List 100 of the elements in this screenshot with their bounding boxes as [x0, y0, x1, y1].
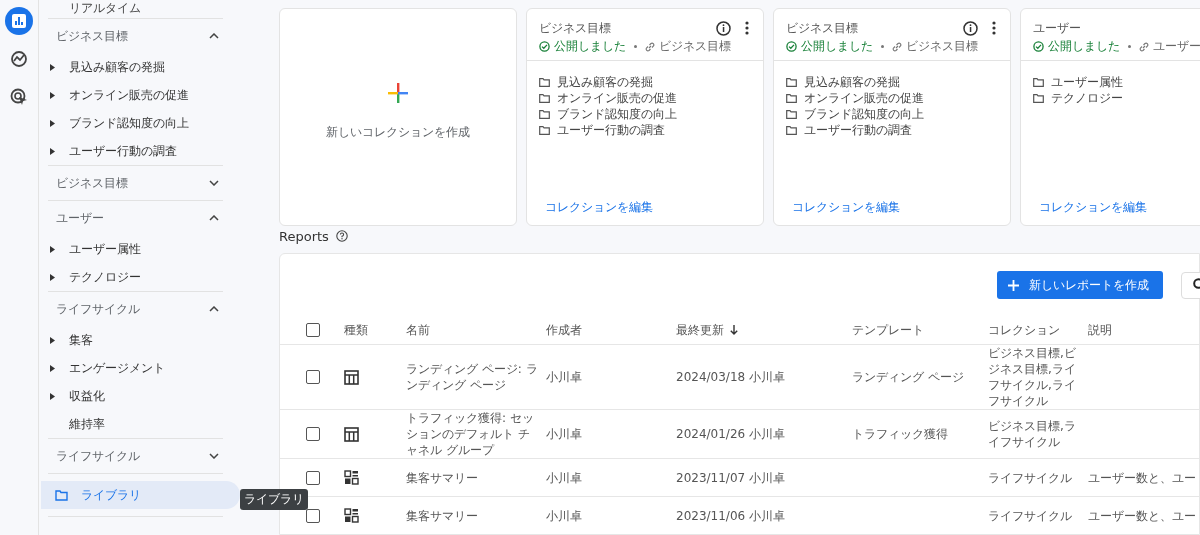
folder-icon: [55, 489, 68, 501]
dashboard-icon: [344, 508, 359, 523]
column-header[interactable]: テンプレート: [852, 322, 924, 338]
sidebar-item[interactable]: 集客: [39, 326, 241, 354]
cursor-target-icon: [10, 88, 28, 106]
select-all-checkbox[interactable]: [306, 323, 320, 337]
link-icon: [1139, 41, 1149, 52]
folder-icon: [1033, 93, 1044, 103]
more-icon[interactable]: [745, 21, 749, 35]
sidebar-item[interactable]: テクノロジー: [39, 263, 241, 291]
sidebar-item[interactable]: 維持率: [39, 410, 241, 438]
help-icon[interactable]: [335, 230, 348, 242]
sidebar-item[interactable]: 収益化: [39, 382, 241, 410]
table-cell: 小川卓: [546, 469, 582, 486]
section-header[interactable]: ユーザー: [39, 201, 241, 235]
published-status: 公開しました: [801, 39, 873, 54]
folder-icon: [539, 77, 550, 87]
expand-arrow-icon[interactable]: [50, 119, 55, 127]
column-header[interactable]: コレクション: [988, 322, 1060, 338]
expand-arrow-icon[interactable]: [50, 147, 55, 155]
collection-item: ユーザー行動の調査: [557, 121, 665, 139]
check-circle-icon: [786, 41, 797, 52]
section-header[interactable]: ライフサイクル: [39, 292, 241, 326]
table-icon: [344, 426, 359, 442]
sidebar-item[interactable]: オンライン販売の促進: [39, 81, 241, 109]
expand-arrow-icon[interactable]: [50, 273, 55, 281]
report-name[interactable]: ランディング ページ: ランディング ページ: [406, 361, 538, 393]
table-cell: 2024/03/18 小川卓: [676, 369, 785, 385]
expand-arrow-icon[interactable]: [50, 364, 55, 372]
table-icon: [344, 369, 359, 385]
plus-icon: [388, 82, 408, 103]
collection-item: オンライン販売の促進: [804, 89, 924, 107]
collection-item: ユーザー属性: [1051, 73, 1123, 91]
info-icon[interactable]: [963, 20, 978, 36]
reports-heading: Reports: [279, 228, 329, 244]
bar-chart-icon: [11, 13, 27, 29]
collection-title: ユーザー: [1033, 19, 1082, 37]
table-cell: ユーザー数と、ユー: [1088, 507, 1196, 524]
table-cell: ランディング ページ: [852, 369, 964, 385]
new-collection-card[interactable]: 新しいコレクションを作成: [279, 8, 517, 226]
reports-nav-button[interactable]: [5, 7, 33, 35]
column-header[interactable]: 最終更新: [676, 322, 724, 338]
report-name[interactable]: 集客サマリー: [406, 469, 478, 486]
section-header[interactable]: ビジネス目標: [39, 19, 241, 53]
collection-item: ブランド認知度の向上: [557, 105, 677, 123]
row-checkbox[interactable]: [306, 508, 320, 523]
chevron-up-icon[interactable]: [209, 306, 219, 312]
collection-item: ブランド認知度の向上: [804, 105, 924, 123]
column-header[interactable]: 説明: [1088, 322, 1112, 338]
template-name: ユーザー: [1153, 39, 1200, 54]
chevron-up-icon[interactable]: [209, 215, 219, 221]
edit-collection-link[interactable]: コレクションを編集: [1033, 200, 1147, 215]
table-cell: 2024/01/26 小川卓: [676, 426, 785, 442]
expand-arrow-icon[interactable]: [50, 392, 55, 400]
table-cell: トラフィック獲得: [852, 426, 948, 442]
check-circle-icon: [1033, 41, 1044, 52]
table-cell: 小川卓: [546, 426, 582, 442]
link-icon: [892, 41, 902, 52]
report-name[interactable]: トラフィック獲得: セッションのデフォルト チャネル グループ: [406, 410, 538, 458]
sidebar-item[interactable]: ユーザー行動の調査: [39, 137, 241, 165]
sidebar-item[interactable]: ユーザー属性: [39, 235, 241, 263]
section-header[interactable]: ライフサイクル: [39, 439, 241, 473]
column-header[interactable]: 種類: [344, 322, 368, 338]
chevron-down-icon[interactable]: [209, 180, 219, 186]
template-name: ビジネス目標: [906, 39, 978, 54]
collection-item: テクノロジー: [1051, 89, 1123, 107]
sidebar-item[interactable]: リアルタイム: [39, 0, 241, 18]
published-status: 公開しました: [1048, 39, 1120, 54]
sidebar-item[interactable]: ブランド認知度の向上: [39, 109, 241, 137]
create-report-button[interactable]: 新しいレポートを作成: [997, 271, 1163, 299]
sidebar-item[interactable]: エンゲージメント: [39, 354, 241, 382]
expand-arrow-icon[interactable]: [50, 91, 55, 99]
row-checkbox[interactable]: [306, 470, 320, 485]
expand-arrow-icon[interactable]: [50, 245, 55, 253]
edit-collection-link[interactable]: コレクションを編集: [539, 200, 653, 215]
table-cell: 2023/11/07 小川卓: [676, 469, 785, 486]
expand-arrow-icon[interactable]: [50, 63, 55, 71]
expand-arrow-icon[interactable]: [50, 336, 55, 344]
row-checkbox[interactable]: [306, 370, 320, 384]
published-status: 公開しました: [554, 39, 626, 54]
edit-collection-link[interactable]: コレクションを編集: [786, 200, 900, 215]
link-icon: [645, 41, 655, 52]
column-header[interactable]: 作成者: [546, 322, 582, 338]
chevron-down-icon[interactable]: [209, 453, 219, 459]
table-cell: ライフサイクル: [988, 507, 1072, 524]
more-icon[interactable]: [992, 21, 996, 35]
sort-arrow-icon[interactable]: [730, 325, 738, 335]
table-cell: 小川卓: [546, 369, 582, 385]
row-checkbox[interactable]: [306, 427, 320, 441]
section-header[interactable]: ビジネス目標: [39, 166, 241, 200]
collection-title: ビジネス目標: [786, 19, 859, 37]
table-cell: 2023/11/06 小川卓: [676, 507, 785, 524]
sidebar-item[interactable]: 見込み顧客の発掘: [39, 53, 241, 81]
library-nav-item[interactable]: ライブラリ: [41, 481, 240, 509]
table-cell: ライフサイクル: [988, 469, 1072, 486]
info-icon[interactable]: [716, 20, 731, 36]
collection-item: オンライン販売の促進: [557, 89, 677, 107]
report-name[interactable]: 集客サマリー: [406, 507, 478, 524]
column-header[interactable]: 名前: [406, 322, 430, 338]
chevron-up-icon[interactable]: [209, 33, 219, 39]
